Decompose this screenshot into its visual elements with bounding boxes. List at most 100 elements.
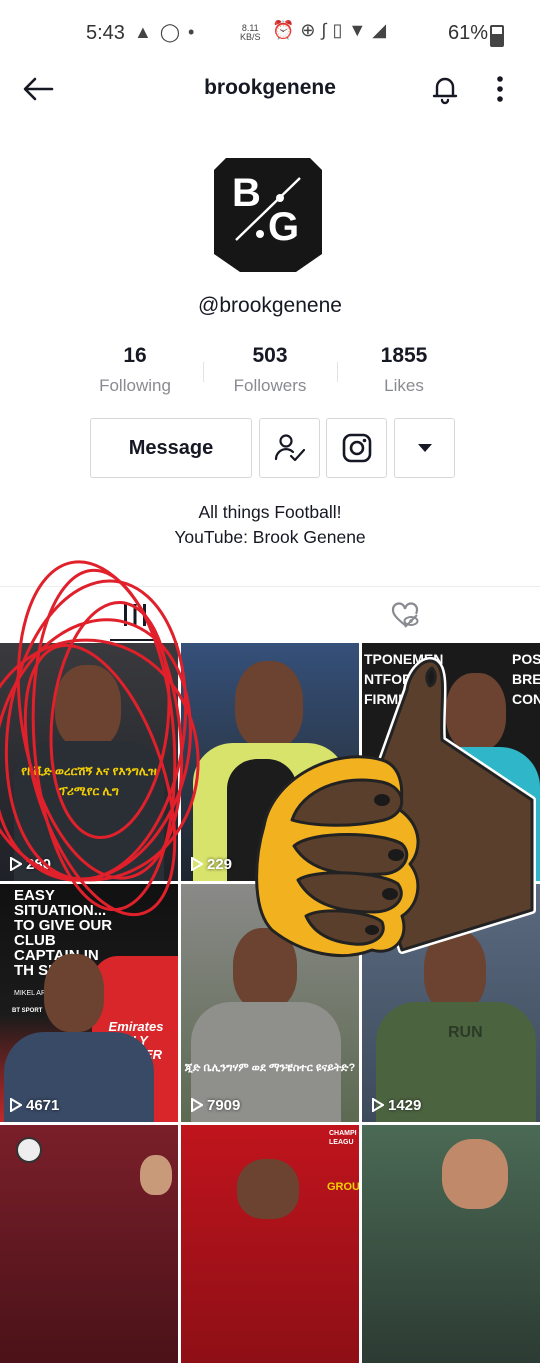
signal-icon: ◢	[372, 20, 387, 40]
brand-logo: B G	[214, 158, 322, 272]
person-face	[55, 665, 121, 749]
play-icon	[10, 856, 23, 872]
avatar-letter-b: B	[232, 171, 261, 215]
video-thumbnail[interactable]	[362, 1125, 540, 1363]
play-icon	[191, 856, 204, 872]
suggested-accounts-button[interactable]	[394, 418, 455, 478]
video-thumbnail[interactable]: የኮቪድ ወረርሽኝ እና የእንግሊዝ ፕሪሚየር ሊግ 280	[0, 643, 178, 881]
shirt-print: RUN	[448, 1024, 483, 1041]
video-thumbnail[interactable]: CHAMPI LEAGU GROU	[181, 1125, 359, 1363]
likes-count: 1855	[380, 344, 428, 367]
jacket	[227, 759, 297, 881]
view-count: 280	[10, 856, 51, 873]
bio-line: All things Football!	[198, 502, 342, 522]
followers-label: Followers	[233, 376, 307, 395]
likes-label: Likes	[384, 376, 424, 395]
person-face	[235, 661, 303, 749]
channel-badge: BT SPORT	[12, 1008, 43, 1014]
vibrate-icon: ▯	[332, 20, 343, 40]
profile-bio: All things Football! YouTube: Brook Gene…	[0, 500, 540, 550]
caret-down-icon	[417, 444, 432, 452]
headline-line: POS	[512, 651, 540, 667]
view-count: 1429	[372, 1097, 421, 1114]
bio-youtube-line: YouTube: Brook Genene	[174, 527, 366, 547]
view-count-value: 4671	[26, 1097, 60, 1114]
stat-divider	[337, 362, 338, 382]
view-count-value: 7909	[207, 1097, 241, 1114]
following-status-button[interactable]	[259, 418, 320, 478]
instagram-icon	[342, 433, 371, 463]
person-face	[442, 1139, 508, 1209]
battery-percent: 61%	[448, 22, 489, 44]
battery-icon	[490, 25, 504, 47]
profile-tabs	[0, 586, 540, 643]
avatar-letter-g: G	[268, 205, 299, 249]
wifi-icon: ▼	[348, 20, 367, 40]
headline-line: NTFORD	[364, 671, 423, 687]
alarm-icon: ⏰	[272, 20, 295, 40]
video-caption: የኮቪድ ወረርሽኝ እና የእንግሊዝ ፕሪሚየር ሊግ	[21, 764, 157, 798]
person-face	[233, 928, 297, 1010]
view-count-value: 1429	[388, 1097, 422, 1114]
video-thumbnail[interactable]: ጂድ ቤሊንግሃም ወደ ማንቼስተር ዩናይትድ? 7909	[181, 884, 359, 1122]
view-count-value: 229	[207, 856, 233, 873]
video-thumbnail[interactable]	[0, 1125, 178, 1363]
play-icon	[191, 1097, 204, 1113]
view-count-value: 280	[26, 856, 52, 873]
message-button[interactable]: Message	[90, 418, 252, 478]
instagram-button[interactable]	[326, 418, 387, 478]
stat-likes[interactable]: 1855 Likes	[344, 344, 464, 396]
navigation-icon: ▲	[134, 22, 152, 42]
tab-videos[interactable]	[0, 587, 270, 643]
more-vertical-icon	[497, 76, 503, 102]
tab-liked-private[interactable]	[270, 587, 540, 643]
football-icon	[16, 1137, 42, 1163]
video-thumbnail[interactable]: RUN 1429	[362, 884, 540, 1122]
person-face	[446, 673, 506, 751]
active-tab-indicator	[110, 639, 160, 641]
status-left-icons: ▲ ◯ •	[134, 22, 202, 43]
view-count: 7909	[191, 1097, 240, 1114]
video-thumbnail[interactable]: TPONEMEN NTFORD FIRME POS BRE CON	[362, 643, 540, 881]
top-nav: brookgenene	[0, 66, 540, 112]
video-grid: የኮቪድ ወረርሽኝ እና የእንግሊዝ ፕሪሚየር ሊግ 280 229 TP…	[0, 643, 540, 1363]
bluetooth-icon: ∫	[321, 20, 327, 40]
headline-line: FIRME	[364, 691, 408, 707]
more-options-button[interactable]	[486, 72, 514, 106]
video-headline: CHAMPI LEAGU	[329, 1130, 357, 1146]
view-count: 4671	[10, 1097, 59, 1114]
dot-icon: •	[187, 22, 195, 42]
username-handle: @brookgenene	[198, 294, 342, 317]
notification-bell-button[interactable]	[428, 72, 462, 106]
following-label: Following	[99, 376, 171, 395]
shirt	[406, 747, 540, 881]
followers-count: 503	[252, 344, 288, 367]
play-icon	[372, 1097, 385, 1113]
video-caption: ጂድ ቤሊንግሃም ወደ ማንቼስተር ዩናይትድ?	[184, 1062, 356, 1074]
following-count: 16	[123, 344, 147, 367]
play-icon	[10, 1097, 23, 1113]
video-thumbnail[interactable]: 229	[181, 643, 359, 881]
person-face	[140, 1155, 172, 1195]
bell-icon	[432, 77, 458, 105]
person-face	[424, 930, 486, 1012]
headline-line: BRE	[512, 671, 540, 687]
user-check-icon	[274, 434, 305, 462]
avatar[interactable]: B G	[212, 156, 324, 274]
messenger-icon: ◯	[159, 22, 180, 42]
grid-lines-icon	[124, 604, 146, 626]
headline-line: TPONEMEN	[364, 651, 444, 667]
status-bar: 5:43 ▲ ◯ • 8.11 KB/S ⏰ ⊕ ∫ ▯ ▼ ◢ 61%	[0, 0, 540, 66]
view-count: 229	[191, 856, 232, 873]
network-speed-unit: KB/S	[240, 32, 261, 42]
video-thumbnail[interactable]: EASY SITUATION... TO GIVE OUR CLUB CAPTA…	[0, 884, 178, 1122]
stat-divider	[203, 362, 204, 382]
video-caption: GROU	[327, 1181, 359, 1193]
person-face	[237, 1159, 299, 1219]
headline-line: CON	[512, 691, 540, 707]
data-saver-icon: ⊕	[300, 20, 316, 40]
stat-followers[interactable]: 503 Followers	[210, 344, 330, 396]
network-speed: 8.11 KB/S	[240, 24, 261, 42]
stat-following[interactable]: 16 Following	[75, 344, 195, 396]
video-headline: POS BRE CON	[512, 649, 540, 709]
